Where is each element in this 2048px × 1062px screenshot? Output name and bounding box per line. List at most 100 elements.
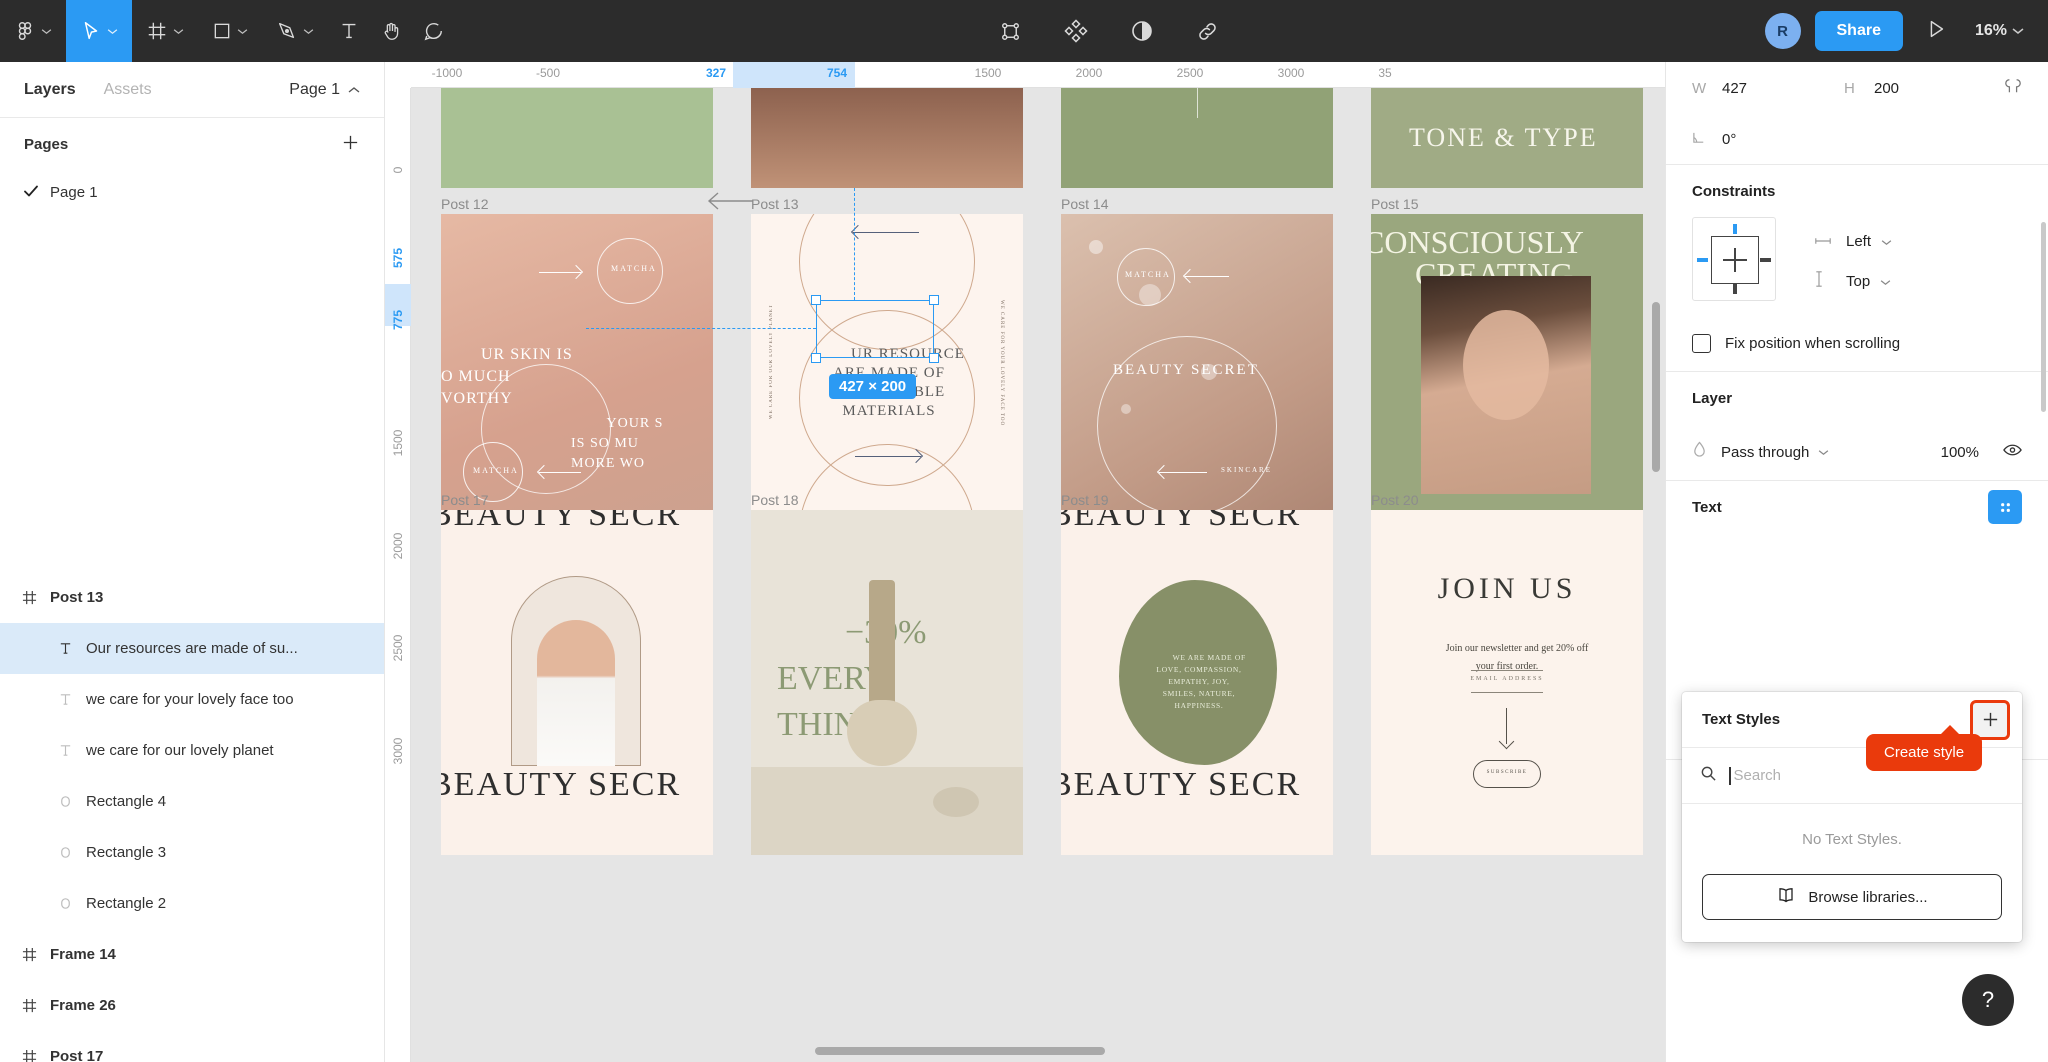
frame-label[interactable]: Post 13 — [751, 196, 798, 212]
plugins-button[interactable] — [1054, 0, 1098, 62]
search-input[interactable]: Search — [1734, 767, 1782, 784]
move-tool-icon — [80, 20, 102, 42]
tab-layers[interactable]: Layers — [24, 81, 76, 99]
horizontal-ruler[interactable]: -1000 -500 327 754 1500 2000 2500 3000 3… — [385, 62, 1665, 88]
right-panel-scrollbar[interactable] — [2041, 222, 2046, 412]
frame-tool-button[interactable] — [132, 0, 198, 62]
tab-assets[interactable]: Assets — [104, 81, 152, 99]
figma-menu-button[interactable] — [0, 0, 66, 62]
ruler-tick: 2500 — [391, 634, 405, 662]
frame-icon — [22, 998, 50, 1013]
mask-button[interactable] — [1120, 0, 1164, 62]
ruler-tick: 3000 — [1277, 66, 1305, 80]
constraint-vertical-dropdown[interactable]: Top — [1814, 261, 1892, 301]
chevron-up-icon — [348, 81, 360, 99]
layer-row[interactable]: Frame 26 — [0, 980, 384, 1031]
constraint-marker-top[interactable] — [1733, 224, 1737, 234]
text-tool-icon — [338, 20, 360, 42]
post-18-art[interactable]: −30%EVERYTHING — [751, 510, 1023, 855]
layer-row[interactable]: we care for our lovely planet — [0, 725, 384, 776]
browse-libraries-button[interactable]: Browse libraries... — [1702, 874, 2002, 920]
selection-handle-tl[interactable] — [811, 295, 821, 305]
resize-to-fit-icon[interactable] — [2004, 77, 2022, 100]
layer-row[interactable]: Rectangle 2 — [0, 878, 384, 929]
component-button[interactable] — [989, 0, 1032, 62]
matcha-badge: MATCHA — [1125, 270, 1171, 279]
help-button[interactable]: ? — [1962, 974, 2014, 1026]
text-tool-button[interactable] — [328, 0, 370, 62]
layer-row[interactable]: Our resources are made of su... — [0, 623, 384, 674]
pages-header-label: Pages — [24, 135, 69, 153]
size-row: W 427 H 200 — [1692, 62, 2022, 114]
selection-handle-br[interactable] — [929, 353, 939, 363]
frame-label[interactable]: Post 14 — [1061, 196, 1108, 212]
post-17-art[interactable]: BEAUTY SECR BEAUTY SECR — [441, 510, 713, 855]
skincare-badge: SKINCARE — [1221, 466, 1273, 474]
book-icon — [1776, 887, 1796, 907]
constraints-widget[interactable] — [1692, 217, 1776, 301]
chevron-down-icon — [107, 28, 118, 35]
layer-row[interactable]: Frame 14 — [0, 929, 384, 980]
comment-icon — [422, 20, 444, 42]
height-field[interactable]: H 200 — [1844, 80, 1996, 97]
vertical-ruler[interactable]: 0 575 775 1500 2000 2500 3000 — [385, 88, 411, 1062]
constraint-marker-bottom[interactable] — [1733, 284, 1737, 294]
avatar[interactable]: R — [1764, 13, 1801, 49]
constraint-horizontal-dropdown[interactable]: Left — [1814, 221, 1892, 261]
chevron-down-icon — [1818, 443, 1829, 461]
selection-handle-tr[interactable] — [929, 295, 939, 305]
selection-bounding-box[interactable] — [816, 300, 934, 358]
frame-label[interactable]: Post 18 — [751, 492, 798, 508]
hand-tool-button[interactable] — [370, 0, 412, 62]
canvas[interactable]: CLEANSE TONE TONE & TYPE Post 12 Post 13… — [385, 62, 1665, 1062]
move-tool-button[interactable] — [66, 0, 132, 62]
layer-row[interactable]: we care for your lovely face too — [0, 674, 384, 725]
layer-opacity-value[interactable]: 100% — [1941, 444, 1979, 461]
ruler-corner — [385, 62, 411, 88]
constraint-marker-right[interactable] — [1760, 258, 1771, 262]
present-button[interactable] — [1925, 18, 1947, 45]
frame-label[interactable]: Post 15 — [1371, 196, 1418, 212]
post12-subhead: YOUR S IS SO MU MORE WO — [571, 416, 664, 471]
ruler-tick-selected: 327 — [705, 66, 727, 80]
post-20-art[interactable]: JOIN US Join our newsletter and get 20% … — [1371, 510, 1643, 855]
fix-position-checkbox[interactable]: Fix position when scrolling — [1692, 315, 2022, 371]
layer-row[interactable]: Rectangle 4 — [0, 776, 384, 827]
post-19-art[interactable]: BEAUTY SECR WE ARE MADE OF LOVE, COMPASSI… — [1061, 510, 1333, 855]
page-list-item[interactable]: Page 1 — [0, 170, 384, 214]
constraint-marker-left[interactable] — [1697, 258, 1708, 262]
post18-headline: −30%EVERYTHING — [777, 614, 927, 743]
create-style-tooltip[interactable]: Create style — [1866, 725, 1983, 771]
comment-tool-button[interactable] — [412, 0, 454, 62]
text-styles-button[interactable] — [1988, 490, 2022, 524]
page-selector[interactable]: Page 1 — [289, 81, 360, 99]
ruler-tick: 0 — [391, 166, 405, 174]
share-button[interactable]: Share — [1814, 11, 1903, 51]
pen-tool-button[interactable] — [262, 0, 328, 62]
rotation-field[interactable]: 0° — [1692, 130, 1844, 149]
selection-handle-bl[interactable] — [811, 353, 821, 363]
link-icon — [1196, 20, 1219, 43]
link-button[interactable] — [1186, 0, 1229, 62]
add-page-button[interactable] — [341, 133, 360, 156]
chevron-down-icon — [303, 28, 314, 35]
width-field[interactable]: W 427 — [1692, 80, 1844, 97]
layer-row[interactable]: Rectangle 3 — [0, 827, 384, 878]
layer-row[interactable]: Post 13 — [0, 572, 384, 623]
frame-label[interactable]: Post 19 — [1061, 492, 1108, 508]
layer-row[interactable]: Post 17 — [0, 1031, 384, 1062]
frame-label[interactable]: Post 20 — [1371, 492, 1418, 508]
visibility-eye-icon[interactable] — [2003, 443, 2022, 462]
layer-name: Rectangle 2 — [86, 895, 167, 912]
checkbox-box[interactable] — [1692, 333, 1711, 353]
text-icon — [58, 641, 86, 656]
mask-icon — [1130, 19, 1154, 43]
blend-mode-value[interactable]: Pass through — [1721, 444, 1809, 461]
frame-label[interactable]: Post 17 — [441, 492, 488, 508]
vertical-scrollbar[interactable] — [1652, 302, 1660, 472]
zoom-control[interactable]: 16% — [1975, 22, 2024, 40]
frame-label[interactable]: Post 12 — [441, 196, 488, 212]
shape-icon — [58, 845, 86, 860]
horizontal-scrollbar[interactable] — [815, 1047, 1105, 1055]
shape-tool-button[interactable] — [198, 0, 262, 62]
